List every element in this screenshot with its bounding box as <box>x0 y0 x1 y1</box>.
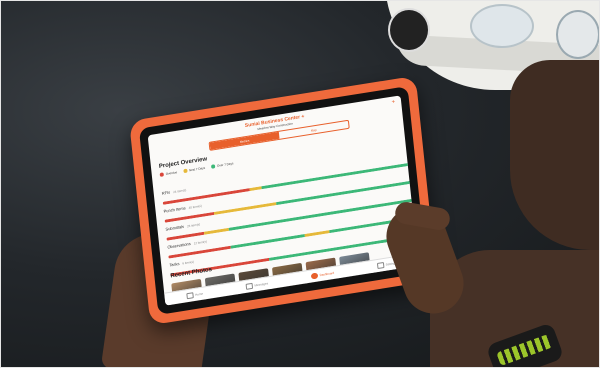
home-icon <box>185 292 194 300</box>
legend-item: Next 7 Days <box>182 165 206 174</box>
row-label: Punch Items <box>163 205 186 214</box>
dashboard-icon <box>310 272 318 280</box>
legend-item: Overdue <box>159 170 178 177</box>
app-subtitle: Meadow Way Construction <box>257 121 294 132</box>
worker-head <box>510 60 600 250</box>
row-count: 6 item(s) <box>182 259 195 266</box>
tab-label: Home <box>194 291 204 297</box>
tablet-device: Suniai Business Center + Meadow Way Cons… <box>129 75 437 326</box>
row-label: Tasks <box>169 260 180 268</box>
hat-sticker-seal <box>556 10 600 59</box>
tab-dashboard[interactable]: Dashboard <box>310 270 334 280</box>
tab-label: Dashboard <box>319 270 335 278</box>
legend-dot <box>210 164 216 169</box>
row-label: RFIs <box>161 189 171 196</box>
row-label: Submittals <box>165 223 185 232</box>
row-count: 40 item(s) <box>188 203 203 210</box>
tablet-bezel: Suniai Business Center + Meadow Way Cons… <box>138 86 428 315</box>
hat-sticker-logo <box>388 8 430 52</box>
settings-icon <box>376 262 385 270</box>
row-count: 26 item(s) <box>186 222 201 229</box>
tab-home[interactable]: Home <box>185 291 204 300</box>
messages-icon <box>245 282 253 290</box>
legend-dot <box>159 172 164 177</box>
tab-messages[interactable]: Messages <box>245 280 268 290</box>
tab-label: Messages <box>254 281 269 288</box>
hat-sticker-badge <box>470 4 534 48</box>
legend-dot <box>182 168 188 174</box>
row-label: Observations <box>167 240 191 250</box>
legend-label: Overdue <box>165 170 178 177</box>
photo-scene: Suniai Business Center + Meadow Way Cons… <box>0 0 600 368</box>
tablet-screen: Suniai Business Center + Meadow Way Cons… <box>147 95 419 306</box>
legend-item: Over 7 Days <box>210 161 234 169</box>
legend-label: Next 7 Days <box>188 165 206 173</box>
legend-label: Over 7 Days <box>216 161 234 168</box>
row-count: 12 item(s) <box>193 239 208 246</box>
plus-icon[interactable]: + <box>391 99 395 106</box>
row-count: 24 item(s) <box>172 188 187 195</box>
